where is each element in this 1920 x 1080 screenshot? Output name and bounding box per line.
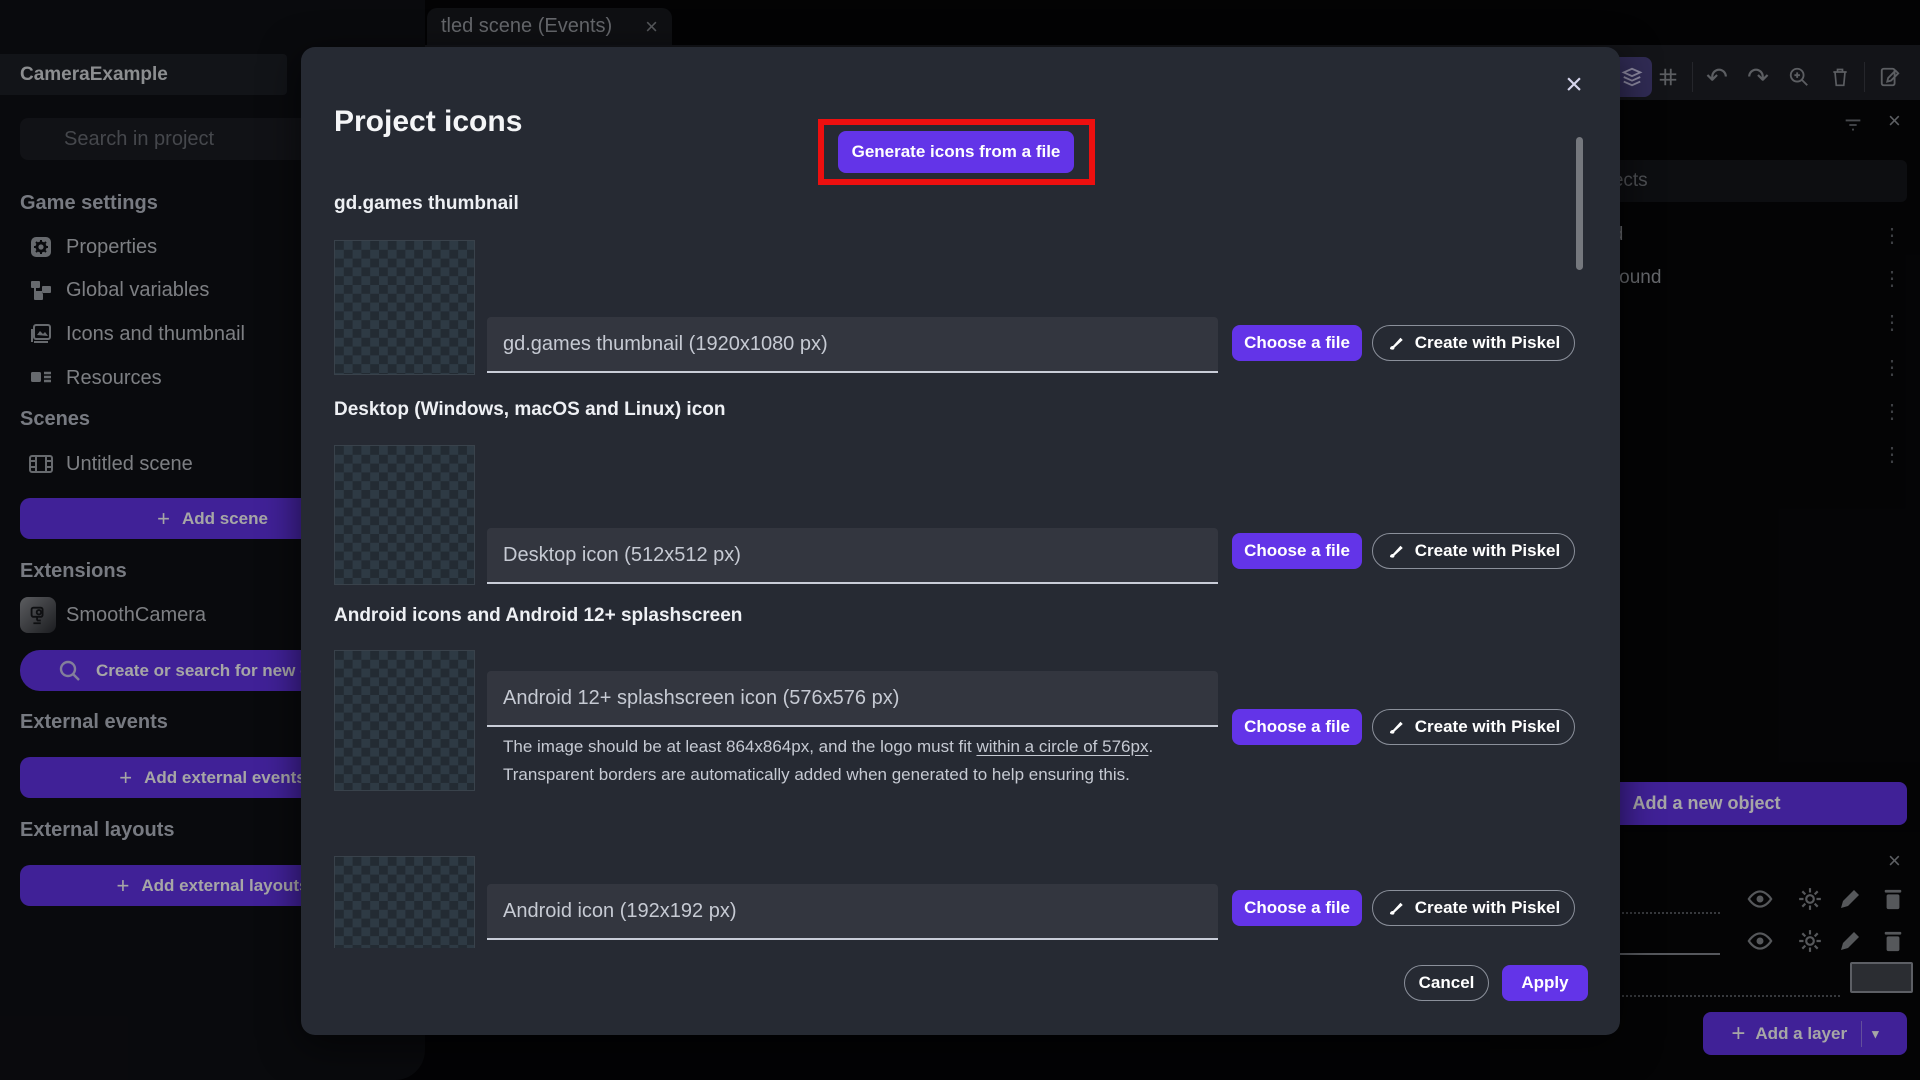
desktop-icon-field[interactable] xyxy=(487,528,1218,584)
choose-file-button[interactable]: Choose a file xyxy=(1232,533,1362,569)
create-with-piskel-button[interactable]: Create with Piskel xyxy=(1372,709,1575,745)
thumbnail-preview-android-icon xyxy=(334,856,475,948)
gdgames-thumbnail-field[interactable] xyxy=(487,317,1218,373)
choose-file-button[interactable]: Choose a file xyxy=(1232,890,1362,926)
create-with-piskel-button[interactable]: Create with Piskel xyxy=(1372,533,1575,569)
create-with-piskel-button[interactable]: Create with Piskel xyxy=(1372,890,1575,926)
section-header-gdgames-thumbnail: gd.games thumbnail xyxy=(334,193,519,214)
splashscreen-help-line1: The image should be at least 864x864px, … xyxy=(503,737,1154,756)
apply-button[interactable]: Apply xyxy=(1502,965,1588,1001)
section-header-android-icons: Android icons and Android 12+ splashscre… xyxy=(334,605,743,626)
dialog-title: Project icons xyxy=(334,105,523,138)
create-with-piskel-button[interactable]: Create with Piskel xyxy=(1372,325,1575,361)
thumbnail-preview-desktop xyxy=(334,445,475,585)
piskel-label: Create with Piskel xyxy=(1414,541,1561,560)
choose-file-button[interactable]: Choose a file xyxy=(1232,709,1362,745)
android-icon-field[interactable] xyxy=(487,884,1218,940)
dialog-close-icon[interactable]: × xyxy=(1552,63,1596,107)
brush-icon xyxy=(1389,337,1403,350)
android-splashscreen-field[interactable] xyxy=(487,671,1218,727)
scrollbar-thumb[interactable] xyxy=(1576,137,1583,270)
thumbnail-preview-gdgames xyxy=(334,240,475,375)
choose-file-button[interactable]: Choose a file xyxy=(1232,325,1362,361)
help-link-underlined: within a circle of 576px xyxy=(976,737,1149,756)
piskel-label: Create with Piskel xyxy=(1414,333,1561,352)
annotation-highlight-rectangle xyxy=(818,119,1095,185)
section-header-desktop-icon: Desktop (Windows, macOS and Linux) icon xyxy=(334,399,726,420)
splashscreen-help-line2: Transparent borders are automatically ad… xyxy=(503,765,1130,784)
brush-icon xyxy=(1389,902,1403,915)
thumbnail-preview-splashscreen xyxy=(334,650,475,791)
gdevelop-window: tled scene (Events) × ↶ ↷ × Ground ⋮ xyxy=(0,0,1920,1080)
brush-icon xyxy=(1389,545,1403,558)
piskel-label: Create with Piskel xyxy=(1414,717,1561,736)
cancel-button[interactable]: Cancel xyxy=(1404,965,1489,1001)
brush-icon xyxy=(1389,721,1403,734)
project-icons-dialog: Project icons × Generate icons from a fi… xyxy=(301,47,1620,1035)
piskel-label: Create with Piskel xyxy=(1414,898,1561,917)
